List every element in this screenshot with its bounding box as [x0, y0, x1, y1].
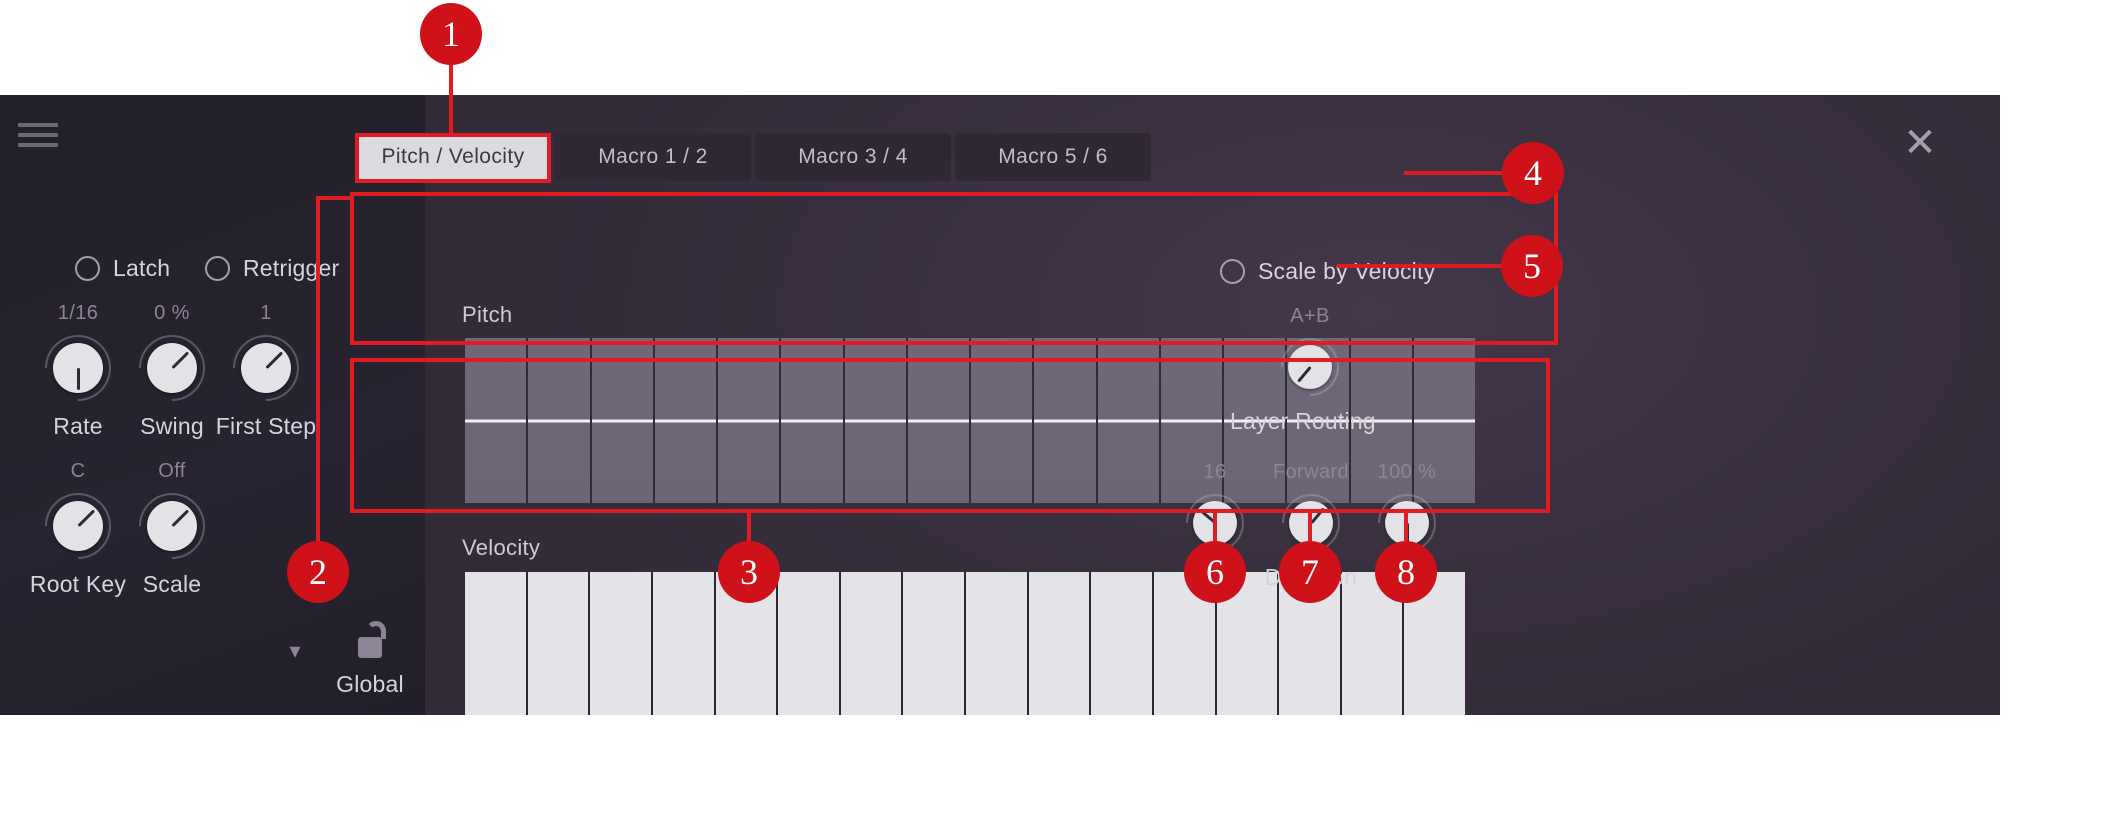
- knob-layer-routing-value: A+B: [1290, 305, 1330, 327]
- arpeggiator-panel: ✕ Pitch / Velocity Macro 1 / 2 Macro 3 /…: [0, 95, 2000, 715]
- lock-body: [358, 637, 382, 658]
- knob-gate-dial[interactable]: [1365, 481, 1449, 565]
- knob-first-step-label: First Step: [215, 413, 317, 439]
- knob-root-key-dial[interactable]: [31, 479, 125, 573]
- knob-gate-value: 100 %: [1377, 461, 1437, 483]
- knob-first-step-value: 1: [260, 302, 272, 324]
- velocity-step-3[interactable]: [590, 572, 653, 715]
- knob-scale-label: Scale: [142, 571, 202, 597]
- velocity-step-16[interactable]: [1404, 572, 1465, 715]
- velocity-step-1[interactable]: [465, 572, 528, 715]
- knob-scale-value: Off: [158, 460, 186, 482]
- pitch-step-5[interactable]: [718, 338, 782, 503]
- knob-gate-label: Gate: [1381, 564, 1433, 590]
- knob-rate-dial[interactable]: [31, 321, 125, 415]
- knob-scale[interactable]: Off Scale: [112, 460, 232, 598]
- knob-steps-dial[interactable]: [1173, 481, 1257, 565]
- velocity-step-8[interactable]: [903, 572, 966, 715]
- pitch-step-2[interactable]: [528, 338, 592, 503]
- pitch-step-1[interactable]: [465, 338, 529, 503]
- toggle-retrigger[interactable]: Retrigger: [205, 255, 339, 282]
- knob-pointer: [1405, 523, 1409, 542]
- hamburger-line: [18, 123, 58, 127]
- knob-swing-dial[interactable]: [125, 321, 219, 415]
- velocity-step-2[interactable]: [527, 572, 591, 715]
- pitch-section-label: Pitch: [462, 302, 513, 327]
- annotation-badge-1: 1: [420, 3, 482, 65]
- hamburger-line: [18, 143, 58, 147]
- velocity-section-label: Velocity: [462, 535, 541, 560]
- toggle-retrigger-label: Retrigger: [243, 255, 340, 281]
- velocity-step-9[interactable]: [966, 572, 1029, 715]
- screenshot-root: ✕ Pitch / Velocity Macro 1 / 2 Macro 3 /…: [0, 0, 2115, 816]
- velocity-step-7[interactable]: [840, 572, 904, 715]
- hamburger-icon[interactable]: [18, 123, 58, 153]
- radio-icon: [205, 256, 230, 281]
- radio-icon: [75, 256, 100, 281]
- velocity-step-6[interactable]: [778, 572, 841, 715]
- tab-macro-3-4[interactable]: Macro 3 / 4: [755, 133, 951, 181]
- tab-macro-1-2[interactable]: Macro 1 / 2: [555, 133, 751, 181]
- pitch-step-7[interactable]: [844, 338, 908, 503]
- toggle-latch[interactable]: Latch: [75, 255, 170, 282]
- knob-first-step-dial[interactable]: [219, 321, 313, 415]
- global-label: Global: [336, 671, 404, 697]
- chevron-down-icon[interactable]: ▾: [282, 640, 308, 662]
- radio-icon: [1220, 259, 1245, 284]
- knob-pointer: [76, 368, 80, 390]
- knob-gate[interactable]: 100 % Gate: [1347, 461, 1467, 591]
- pitch-step-9[interactable]: [971, 338, 1035, 503]
- hamburger-line: [18, 133, 58, 137]
- knob-direction-dial[interactable]: [1269, 481, 1353, 565]
- velocity-step-10[interactable]: [1028, 572, 1092, 715]
- tab-macro-5-6[interactable]: Macro 5 / 6: [955, 133, 1151, 181]
- knob-first-step[interactable]: 1 First Step: [206, 302, 326, 440]
- pitch-step-11[interactable]: [1097, 338, 1161, 503]
- pitch-step-3[interactable]: [591, 338, 655, 503]
- velocity-step-15[interactable]: [1341, 572, 1405, 715]
- knob-layer-routing-dial[interactable]: [1268, 325, 1352, 409]
- close-icon[interactable]: ✕: [1898, 123, 1942, 167]
- knob-scale-dial[interactable]: [125, 479, 219, 573]
- pitch-step-10[interactable]: [1034, 338, 1098, 503]
- toggle-scale-by-velocity[interactable]: Scale by Velocity: [1220, 258, 1435, 285]
- tab-bar: Pitch / Velocity Macro 1 / 2 Macro 3 / 4…: [355, 133, 1151, 181]
- knob-layer-routing[interactable]: A+B Layer Routing: [1230, 305, 1376, 435]
- tab-pitch-velocity[interactable]: Pitch / Velocity: [355, 133, 551, 181]
- velocity-step-grid[interactable]: [465, 572, 1465, 715]
- toggle-scale-by-velocity-label: Scale by Velocity: [1258, 258, 1436, 284]
- knob-layer-routing-label: Layer Routing: [1230, 408, 1376, 434]
- pitch-step-8[interactable]: [907, 338, 971, 503]
- velocity-step-13[interactable]: [1216, 572, 1280, 715]
- pitch-step-4[interactable]: [654, 338, 718, 503]
- pitch-step-6[interactable]: [781, 338, 845, 503]
- velocity-step-4[interactable]: [652, 572, 716, 715]
- toggle-latch-label: Latch: [113, 255, 171, 281]
- velocity-step-12[interactable]: [1153, 572, 1217, 715]
- global-lock-control[interactable]: Global: [310, 618, 430, 698]
- velocity-step-5[interactable]: [715, 572, 779, 715]
- unlock-icon: [355, 618, 386, 658]
- velocity-step-11[interactable]: [1091, 572, 1154, 715]
- velocity-step-14[interactable]: [1279, 572, 1342, 715]
